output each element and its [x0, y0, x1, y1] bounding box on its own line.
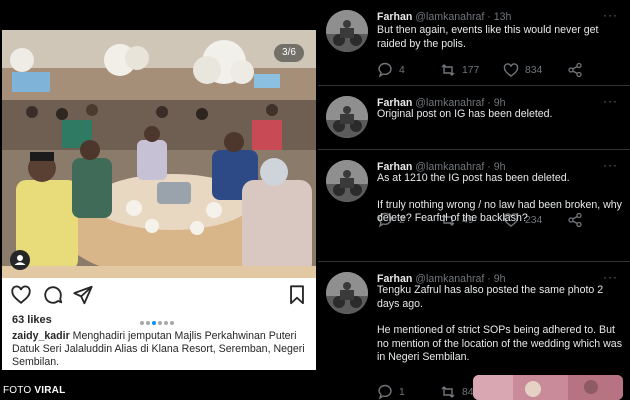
- post-caption: zaidy_kadir Menghadiri jemputan Majlis P…: [12, 330, 312, 369]
- tweet[interactable]: Farhan @lamkanahraf · 9h ··· Original post…: [318, 86, 630, 228]
- carousel-dot: [152, 321, 156, 325]
- tweet-text: Tengku Zafrul has also posted the same p…: [377, 284, 622, 365]
- avatar[interactable]: [326, 160, 368, 202]
- user-tag-icon[interactable]: [10, 250, 30, 270]
- reply-action[interactable]: 4: [377, 62, 405, 78]
- tweet-paragraph: Tengku Zafrul has also posted the same p…: [377, 284, 604, 310]
- more-options-icon[interactable]: ···: [603, 158, 618, 172]
- carousel-dots: [140, 321, 176, 327]
- like-action[interactable]: 834: [503, 62, 542, 78]
- photo-credit-source: VIRAL: [34, 385, 66, 396]
- tweet-paragraph: As at 1210 the IG post has been deleted.: [377, 172, 570, 184]
- avatar[interactable]: [326, 96, 368, 138]
- more-options-icon[interactable]: ···: [603, 8, 618, 22]
- tweet[interactable]: Farhan @lamkanahraf · 9h ··· As at 1210 th…: [318, 150, 630, 400]
- comment-icon[interactable]: [42, 284, 64, 306]
- carousel-dot: [146, 321, 150, 325]
- photo-credit-prefix: FOTO: [3, 385, 32, 396]
- tweet-paragraph: Original post on IG has been deleted.: [377, 108, 553, 120]
- author-name[interactable]: Farhan: [377, 11, 412, 23]
- carousel-dot: [158, 321, 162, 325]
- reply-count: 4: [399, 64, 405, 76]
- heart-icon[interactable]: [503, 62, 519, 78]
- carousel-dot: [140, 321, 144, 325]
- more-options-icon[interactable]: ···: [603, 94, 618, 108]
- avatar[interactable]: [326, 272, 368, 314]
- tweet[interactable]: Farhan @lamkanahraf · 13h ··· But then aga…: [318, 0, 630, 86]
- instagram-post: 3/6 63 likes zaidy_kadir Menghadiri jemp: [0, 0, 318, 400]
- tweet-text: But then again, events like this would n…: [377, 24, 622, 51]
- share-icon[interactable]: [72, 284, 94, 306]
- tweet-header: Farhan @lamkanahraf · 13h: [377, 11, 511, 23]
- tweet-text: Original post on IG has been deleted.: [377, 108, 622, 122]
- heart-icon[interactable]: [10, 284, 32, 306]
- twitter-thread: Farhan @lamkanahraf · 13h ··· But then aga…: [318, 0, 630, 400]
- instagram-card: 3/6 63 likes zaidy_kadir Menghadiri jemp: [2, 30, 316, 370]
- retweet-count: 177: [462, 64, 480, 76]
- retweet-icon[interactable]: [440, 62, 456, 78]
- post-action-bar: [2, 280, 316, 325]
- bookmark-icon[interactable]: [286, 284, 308, 306]
- share-icon[interactable]: [567, 62, 583, 78]
- retweet-action[interactable]: 177: [440, 62, 479, 78]
- avatar[interactable]: [326, 10, 368, 52]
- tweet-text: As at 1210 the IG post has been deleted.…: [377, 172, 622, 226]
- caption-username[interactable]: zaidy_kadir: [12, 330, 70, 342]
- tweet-time[interactable]: · 13h: [487, 11, 511, 23]
- tweet-paragraph: He mentioned of strict SOPs being adhere…: [377, 324, 622, 363]
- photo-credit: FOTO VIRAL: [3, 385, 65, 396]
- author-handle[interactable]: @lamkanahraf: [415, 11, 484, 23]
- more-options-icon[interactable]: ···: [603, 270, 618, 284]
- likes-count[interactable]: 63 likes: [12, 314, 52, 326]
- tweet-paragraph: If truly nothing wrong / no law had been…: [377, 198, 622, 225]
- tweet-media-thumbnail[interactable]: [473, 375, 623, 400]
- like-count: 834: [525, 64, 543, 76]
- reply-icon[interactable]: [377, 62, 393, 78]
- tweet-action-bar: 4 177 834: [377, 62, 617, 78]
- post-photo[interactable]: 3/6: [2, 30, 316, 278]
- share-action[interactable]: [567, 62, 583, 78]
- carousel-dot: [170, 321, 174, 325]
- carousel-dot: [164, 321, 168, 325]
- carousel-counter: 3/6: [274, 44, 304, 62]
- tweet-paragraph: But then again, events like this would n…: [377, 24, 599, 50]
